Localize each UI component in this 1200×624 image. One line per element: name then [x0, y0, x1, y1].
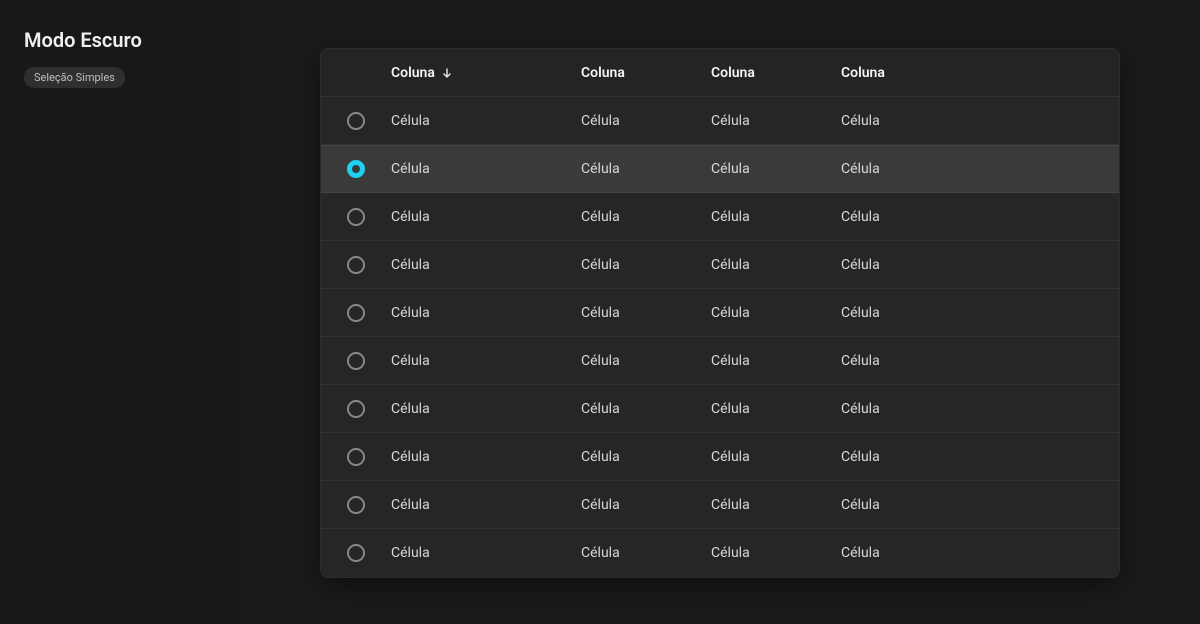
table-cell: Célula	[391, 257, 581, 273]
table-cell: Célula	[841, 449, 1119, 465]
radio-cell	[321, 400, 391, 418]
row-select-radio[interactable]	[347, 400, 365, 418]
row-select-radio[interactable]	[347, 496, 365, 514]
radio-cell	[321, 448, 391, 466]
radio-cell	[321, 352, 391, 370]
table-row[interactable]: CélulaCélulaCélulaCélula	[321, 241, 1119, 289]
radio-cell	[321, 208, 391, 226]
table-cell: Célula	[711, 161, 841, 177]
table-cell: Célula	[711, 209, 841, 225]
radio-cell	[321, 544, 391, 562]
row-select-radio[interactable]	[347, 544, 365, 562]
table-cell: Célula	[581, 497, 711, 513]
row-select-radio[interactable]	[347, 112, 365, 130]
table-row[interactable]: CélulaCélulaCélulaCélula	[321, 529, 1119, 577]
table-row[interactable]: CélulaCélulaCélulaCélula	[321, 97, 1119, 145]
table-cell: Célula	[581, 161, 711, 177]
table-cell: Célula	[581, 449, 711, 465]
table-cell: Célula	[711, 257, 841, 273]
table-cell: Célula	[711, 449, 841, 465]
column-header-2[interactable]: Coluna	[711, 65, 841, 81]
column-header-0[interactable]: Coluna	[391, 65, 581, 81]
table-cell: Célula	[391, 353, 581, 369]
page-title: Modo Escuro	[24, 28, 216, 52]
row-select-radio[interactable]	[347, 160, 365, 178]
table-cell: Célula	[391, 161, 581, 177]
table-cell: Célula	[841, 209, 1119, 225]
table-cell: Célula	[391, 113, 581, 129]
sort-descending-icon	[441, 67, 453, 79]
table-cell: Célula	[391, 401, 581, 417]
table-cell: Célula	[581, 353, 711, 369]
table-cell: Célula	[711, 305, 841, 321]
table-cell: Célula	[711, 401, 841, 417]
radio-cell	[321, 256, 391, 274]
table-cell: Célula	[391, 545, 581, 561]
table-cell: Célula	[841, 305, 1119, 321]
table-cell: Célula	[841, 353, 1119, 369]
table-cell: Célula	[581, 209, 711, 225]
table-cell: Célula	[581, 257, 711, 273]
radio-cell	[321, 160, 391, 178]
table-row[interactable]: CélulaCélulaCélulaCélula	[321, 481, 1119, 529]
table-cell: Célula	[391, 449, 581, 465]
table-cell: Célula	[711, 353, 841, 369]
data-table: Coluna Coluna Coluna Coluna CélulaCélula…	[320, 48, 1120, 578]
table-cell: Célula	[391, 209, 581, 225]
table-cell: Célula	[581, 401, 711, 417]
table-cell: Célula	[581, 305, 711, 321]
row-select-radio[interactable]	[347, 304, 365, 322]
column-header-label: Coluna	[841, 65, 885, 81]
column-header-label: Coluna	[581, 65, 625, 81]
table-cell: Célula	[711, 545, 841, 561]
column-header-3[interactable]: Coluna	[841, 65, 1119, 81]
row-select-radio[interactable]	[347, 208, 365, 226]
row-select-radio[interactable]	[347, 448, 365, 466]
table-cell: Célula	[581, 113, 711, 129]
table-body: CélulaCélulaCélulaCélulaCélulaCélulaCélu…	[321, 97, 1119, 577]
main-content: Coluna Coluna Coluna Coluna CélulaCélula…	[240, 0, 1200, 624]
selection-mode-chip[interactable]: Seleção Simples	[24, 67, 125, 88]
table-row[interactable]: CélulaCélulaCélulaCélula	[321, 145, 1119, 193]
radio-cell	[321, 304, 391, 322]
table-header-row: Coluna Coluna Coluna Coluna	[321, 49, 1119, 97]
table-cell: Célula	[581, 545, 711, 561]
sidebar: Modo Escuro Seleção Simples	[0, 0, 240, 624]
table-row[interactable]: CélulaCélulaCélulaCélula	[321, 289, 1119, 337]
table-cell: Célula	[841, 545, 1119, 561]
table-row[interactable]: CélulaCélulaCélulaCélula	[321, 433, 1119, 481]
table-row[interactable]: CélulaCélulaCélulaCélula	[321, 193, 1119, 241]
table-row[interactable]: CélulaCélulaCélulaCélula	[321, 337, 1119, 385]
row-select-radio[interactable]	[347, 256, 365, 274]
table-cell: Célula	[841, 401, 1119, 417]
table-cell: Célula	[841, 497, 1119, 513]
radio-cell	[321, 496, 391, 514]
table-cell: Célula	[711, 113, 841, 129]
table-cell: Célula	[711, 497, 841, 513]
table-cell: Célula	[841, 113, 1119, 129]
column-header-label: Coluna	[391, 65, 435, 81]
radio-cell	[321, 112, 391, 130]
row-select-radio[interactable]	[347, 352, 365, 370]
table-cell: Célula	[391, 305, 581, 321]
table-cell: Célula	[841, 161, 1119, 177]
column-header-label: Coluna	[711, 65, 755, 81]
column-header-1[interactable]: Coluna	[581, 65, 711, 81]
table-row[interactable]: CélulaCélulaCélulaCélula	[321, 385, 1119, 433]
table-cell: Célula	[841, 257, 1119, 273]
table-cell: Célula	[391, 497, 581, 513]
